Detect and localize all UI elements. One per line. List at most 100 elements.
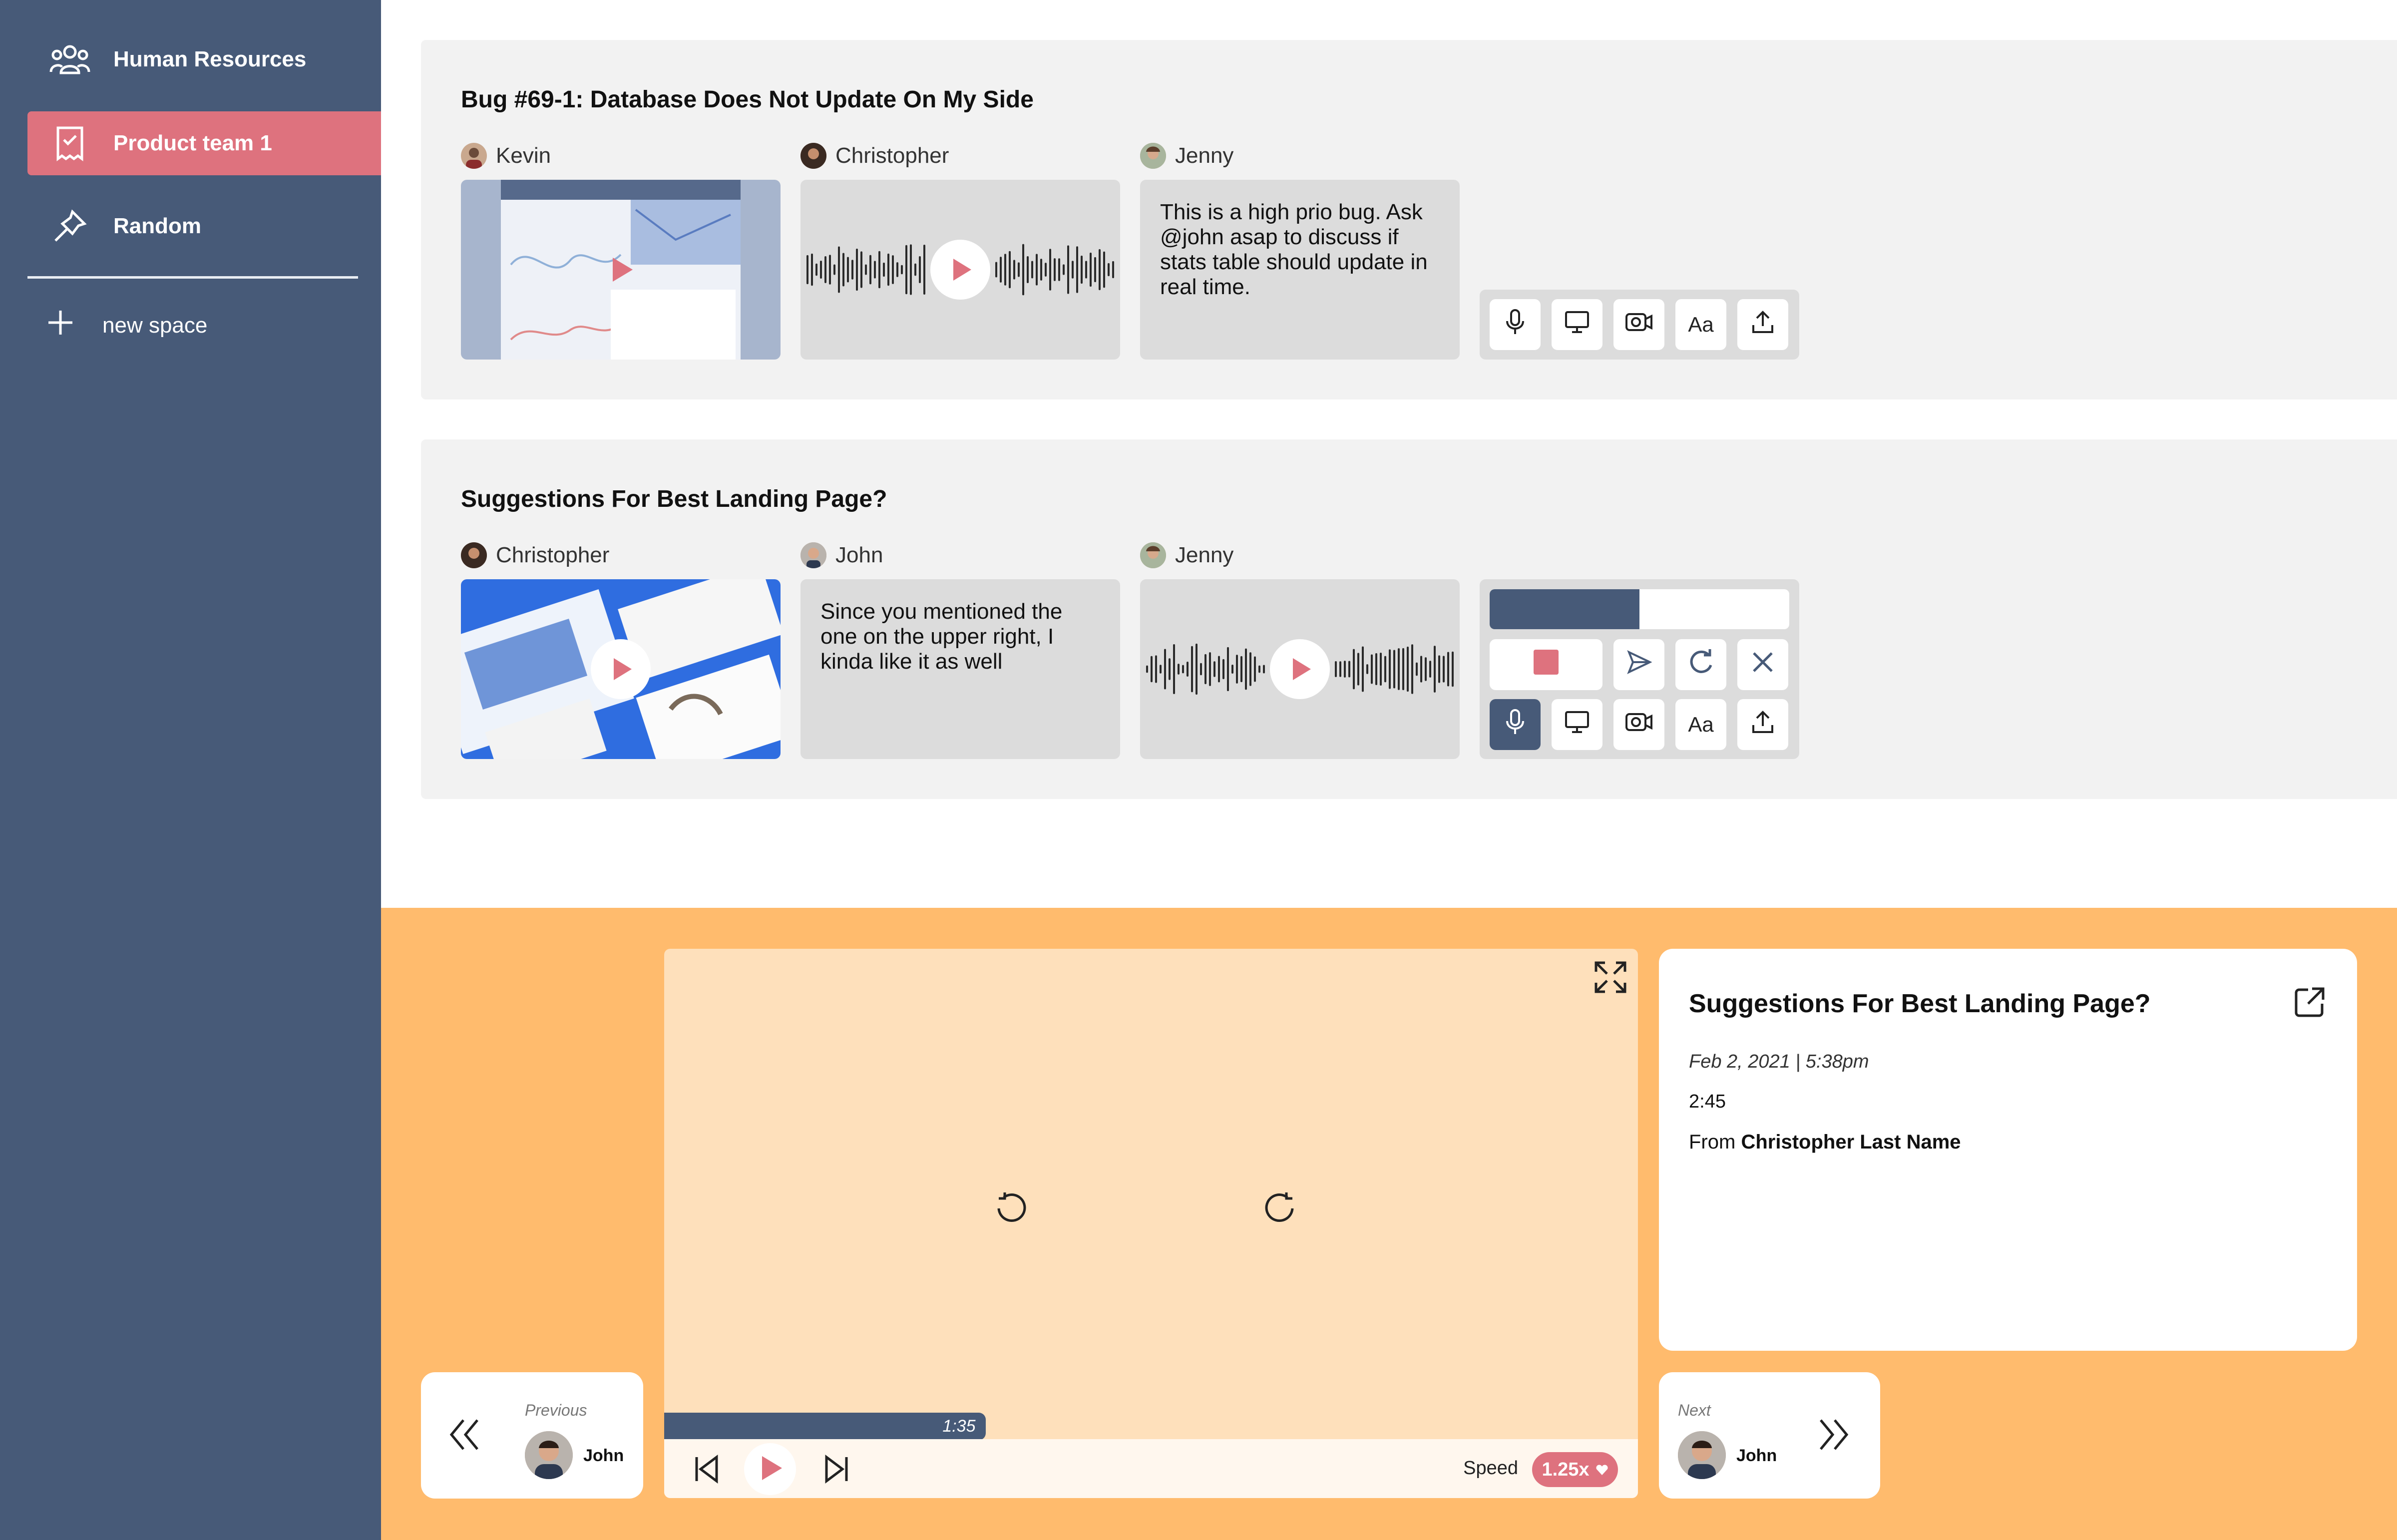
speed-dropdown[interactable]: 1.25x <box>1532 1452 1618 1487</box>
message-text: Since you mentioned the one on the upper… <box>820 599 1063 674</box>
author-name: Jenny <box>1175 543 1234 567</box>
skip-back-button[interactable] <box>692 1454 722 1487</box>
screen-share-button[interactable] <box>1552 299 1602 350</box>
message-author: John <box>800 542 883 568</box>
redo-icon <box>1687 648 1715 681</box>
avatar <box>525 1431 573 1479</box>
author-name: Christopher <box>496 543 610 567</box>
play-pause-button[interactable] <box>744 1443 796 1495</box>
upload-button[interactable] <box>1737 699 1788 750</box>
text-button[interactable]: Aa <box>1675 299 1726 350</box>
next-message-button[interactable]: Next John <box>1659 1372 1880 1499</box>
rewind-icon <box>994 1192 1029 1226</box>
expand-icon <box>1593 961 1628 997</box>
camera-button[interactable] <box>1613 699 1664 750</box>
upload-button[interactable] <box>1737 299 1788 350</box>
rewind-button[interactable] <box>994 1189 1029 1227</box>
player-controls: Speed 1.25x <box>664 1439 1638 1498</box>
thread-card: Bug #69-1: Database Does Not Update On M… <box>421 40 2397 399</box>
new-space-button[interactable]: new space <box>47 310 207 341</box>
details-title: Suggestions For Best Landing Page? <box>1689 989 2151 1018</box>
avatar <box>1140 542 1166 568</box>
sidebar-item-product-team-1[interactable]: Product team 1 <box>27 111 381 175</box>
sidebar-divider <box>27 276 358 279</box>
details-from: From Christopher Last Name <box>1689 1131 1961 1154</box>
avatar <box>1140 143 1166 169</box>
mic-button[interactable] <box>1490 699 1541 750</box>
recording-progress <box>1490 589 1789 629</box>
avatar <box>800 542 826 568</box>
skip-forward-button[interactable] <box>821 1454 851 1487</box>
play-button[interactable] <box>591 639 651 699</box>
message-author: Jenny <box>1140 542 1233 568</box>
sidebar-item-label: Product team 1 <box>113 131 272 155</box>
text-button[interactable]: Aa <box>1675 699 1726 750</box>
play-button[interactable] <box>930 240 990 300</box>
next-caption: Next <box>1678 1401 1711 1419</box>
new-space-label: new space <box>102 313 208 338</box>
screen-icon <box>1565 711 1590 739</box>
open-external-button[interactable] <box>2292 985 2327 1022</box>
pin-icon <box>47 204 92 249</box>
next-name: John <box>1736 1446 1777 1465</box>
from-name: Christopher Last Name <box>1741 1131 1961 1153</box>
forward-button[interactable] <box>1262 1189 1297 1227</box>
thread-card: Suggestions For Best Landing Page? Chris… <box>421 439 2397 799</box>
fullscreen-button[interactable] <box>1593 960 1628 997</box>
screen-icon <box>1565 311 1590 339</box>
avatar <box>1678 1431 1726 1479</box>
thread-title: Suggestions For Best Landing Page? <box>461 486 887 512</box>
video-message[interactable] <box>461 180 781 360</box>
skip-forward-icon <box>821 1455 851 1486</box>
upload-icon <box>1751 310 1774 339</box>
sidebar-item-human-resources[interactable]: Human Resources <box>27 27 381 91</box>
author-name: Jenny <box>1175 143 1234 168</box>
playback-progress[interactable]: 1:35 <box>664 1413 986 1440</box>
thread-title: Bug #69-1: Database Does Not Update On M… <box>461 86 1034 113</box>
author-name: Christopher <box>835 143 949 168</box>
message-composer: Aa <box>1480 290 1799 360</box>
message-text: This is a high prio bug. Ask @john asap … <box>1160 200 1428 299</box>
speed-label: Speed <box>1463 1458 1518 1479</box>
redo-button[interactable] <box>1675 639 1726 690</box>
camera-icon <box>1625 711 1653 738</box>
text-icon: Aa <box>1688 713 1714 736</box>
message-details: Suggestions For Best Landing Page? Feb 2… <box>1659 949 2357 1351</box>
stop-recording-button[interactable] <box>1490 639 1602 690</box>
plus-icon <box>47 310 73 341</box>
avatar <box>800 143 826 169</box>
heart-icon <box>1596 1459 1608 1481</box>
chevrons-right-icon <box>1818 1417 1850 1455</box>
forward-icon <box>1262 1192 1297 1226</box>
video-message[interactable] <box>461 579 781 759</box>
screen-share-button[interactable] <box>1552 699 1602 750</box>
avatar <box>461 143 487 169</box>
author-name: John <box>835 543 883 567</box>
play-button[interactable] <box>591 240 651 300</box>
previous-message-button[interactable]: Previous John <box>421 1372 643 1499</box>
clipboard-check-icon <box>47 121 92 166</box>
mic-button[interactable] <box>1490 299 1541 350</box>
audio-message[interactable] <box>800 180 1120 360</box>
audio-message[interactable] <box>1140 579 1460 759</box>
mic-icon <box>1504 709 1526 740</box>
camera-icon <box>1625 311 1653 338</box>
people-icon <box>47 37 92 82</box>
details-date: Feb 2, 2021 | 5:38pm <box>1689 1051 1869 1072</box>
camera-button[interactable] <box>1613 299 1664 350</box>
sidebar-item-random[interactable]: Random <box>27 194 381 258</box>
external-link-icon <box>2292 987 2327 1022</box>
play-button[interactable] <box>1270 639 1330 699</box>
elapsed-time: 1:35 <box>942 1417 976 1436</box>
sidebar-item-label: Random <box>113 214 201 238</box>
close-icon <box>1751 650 1775 679</box>
sidebar-item-label: Human Resources <box>113 47 307 71</box>
details-duration: 2:45 <box>1689 1091 1726 1112</box>
author-name: Kevin <box>496 143 551 168</box>
cancel-recording-button[interactable] <box>1737 639 1788 690</box>
send-button[interactable] <box>1613 639 1664 690</box>
video-player[interactable]: 1:35 Speed 1.25x <box>664 949 1638 1498</box>
speed-value: 1.25x <box>1542 1459 1590 1480</box>
previous-caption: Previous <box>525 1401 587 1419</box>
previous-name: John <box>583 1446 624 1465</box>
